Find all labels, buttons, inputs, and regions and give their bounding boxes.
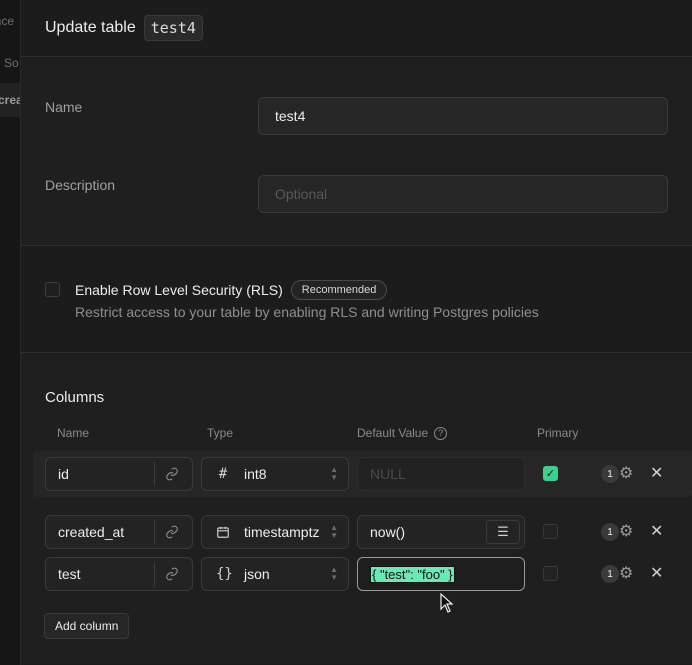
gear-icon[interactable]: ⚙ (619, 521, 633, 541)
background-sidebar-item: So (4, 56, 19, 70)
column-type-select[interactable]: {} json ▲ ▼ (201, 557, 349, 591)
description-input[interactable]: Optional (258, 175, 668, 213)
column-name-input[interactable]: test (45, 557, 193, 591)
background-sidebar-item: crea (0, 93, 20, 107)
columns-title: Columns (45, 389, 105, 406)
link-icon (165, 525, 178, 539)
foreign-key-link-button[interactable] (154, 462, 188, 486)
rls-title-row: Enable Row Level Security (RLS) Recommen… (75, 280, 388, 300)
help-icon[interactable]: ? (434, 426, 448, 440)
column-header-primary: Primary (537, 426, 579, 440)
name-label: Name (45, 99, 83, 115)
link-icon (165, 467, 178, 481)
foreign-key-link-button[interactable] (154, 520, 188, 544)
close-icon[interactable]: ✕ (650, 463, 663, 483)
columns-section: Columns Name Type Default Value ? Primar… (21, 353, 692, 664)
column-type-value: int8 (244, 466, 267, 482)
column-header-name: Name (57, 426, 90, 440)
hash-icon: # (218, 466, 228, 482)
count-badge: 1 (601, 523, 619, 541)
column-type-select[interactable]: # int8 ▲ ▼ (201, 457, 349, 491)
column-name-value: test (58, 566, 81, 582)
column-header-default-label: Default Value (357, 426, 429, 440)
gear-icon[interactable]: ⚙ (619, 463, 633, 483)
chevron-updown-icon: ▲ ▼ (330, 565, 338, 582)
rls-section: Enable Row Level Security (RLS) Recommen… (21, 246, 692, 353)
default-value-text: now() (370, 524, 406, 540)
close-icon[interactable]: ✕ (650, 563, 663, 583)
primary-key-checkbox[interactable] (543, 566, 558, 581)
count-badge: 1 (601, 565, 619, 583)
column-type-value: json (244, 566, 270, 582)
default-value-input[interactable]: now() ☰ (357, 515, 525, 549)
general-section: Name test4 Description Optional (21, 57, 692, 246)
primary-key-checkbox[interactable]: ✓ (543, 466, 558, 481)
panel-title: Update table (45, 19, 136, 36)
foreign-key-link-button[interactable] (154, 562, 188, 586)
calendar-icon (217, 526, 229, 538)
panel-header: Update table test4 (21, 0, 692, 57)
rls-title: Enable Row Level Security (RLS) (75, 282, 283, 298)
chevron-updown-icon: ▲ ▼ (330, 465, 338, 482)
update-table-panel: Update table test4 Name test4 Descriptio… (21, 0, 692, 665)
default-value-input[interactable]: { "test": "foo" } (357, 557, 525, 591)
close-icon[interactable]: ✕ (650, 521, 663, 541)
chevron-updown-icon: ▲ ▼ (330, 523, 338, 540)
rls-checkbox[interactable] (45, 282, 60, 297)
recommended-badge: Recommended (290, 280, 388, 300)
background-sidebar: ance So crea (0, 0, 21, 665)
table-name-code: test4 (143, 15, 203, 41)
default-value-input[interactable]: NULL (357, 457, 525, 491)
gear-icon[interactable]: ⚙ (619, 563, 633, 583)
braces-icon: {} (216, 566, 233, 582)
name-input[interactable]: test4 (258, 97, 668, 135)
mouse-cursor-icon (440, 593, 454, 613)
add-column-button[interactable]: Add column (44, 613, 130, 639)
list-icon[interactable]: ☰ (486, 520, 520, 544)
primary-key-checkbox[interactable] (543, 524, 558, 539)
background-sidebar-item: ance (0, 14, 15, 28)
column-header-type: Type (207, 426, 234, 440)
column-name-value: id (58, 466, 69, 482)
count-badge: 1 (601, 465, 619, 483)
column-type-select[interactable]: timestamptz ▲ ▼ (201, 515, 349, 549)
link-icon (165, 567, 178, 581)
selected-default-text: { "test": "foo" } (370, 565, 455, 583)
column-name-input[interactable]: created_at (45, 515, 193, 549)
column-name-input[interactable]: id (45, 457, 193, 491)
column-type-value: timestamptz (244, 524, 320, 540)
rls-description: Restrict access to your table by enablin… (75, 304, 539, 320)
column-header-default: Default Value ? (357, 426, 448, 440)
description-label: Description (45, 177, 116, 193)
column-name-value: created_at (58, 524, 125, 540)
